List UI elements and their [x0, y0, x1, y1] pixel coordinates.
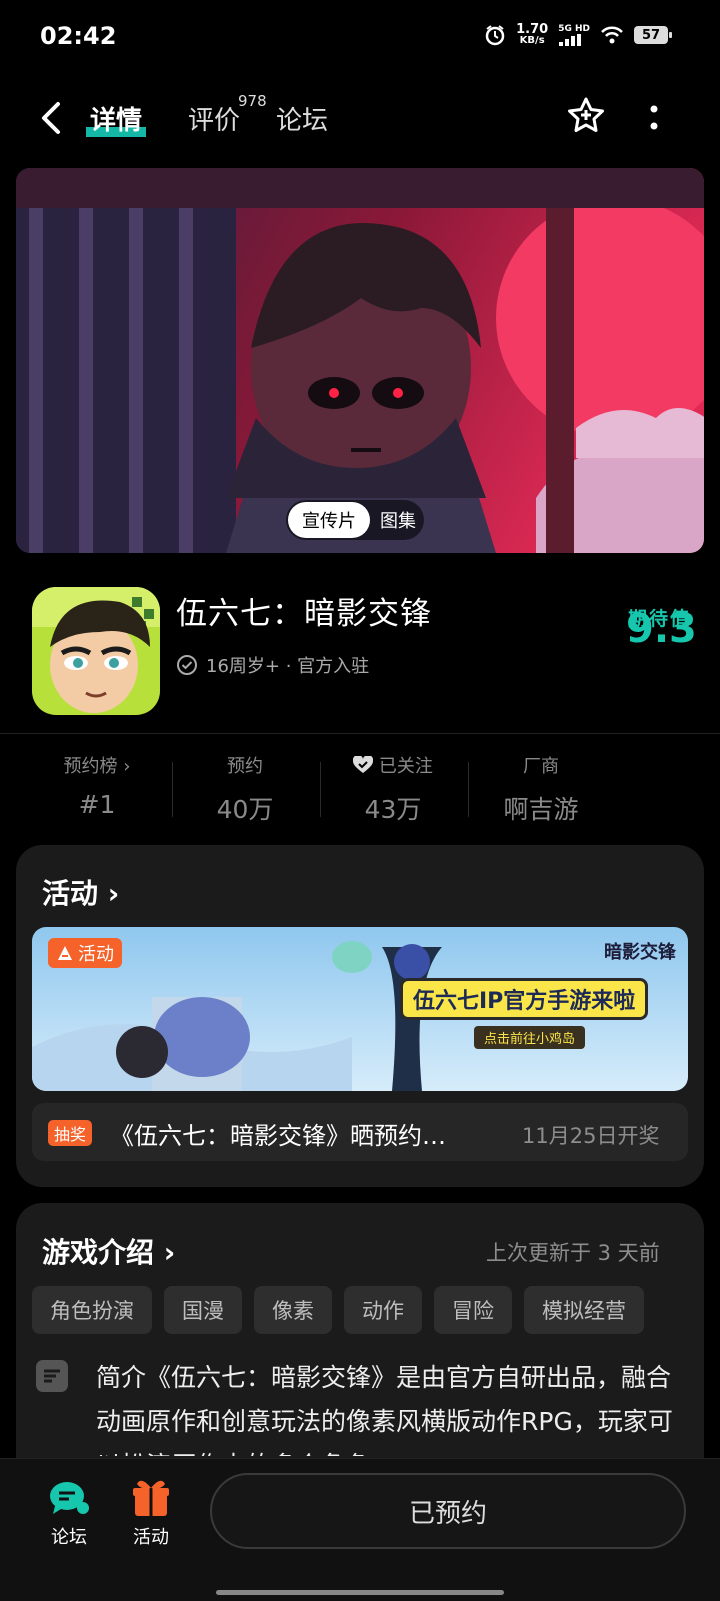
stat-followed-text: 已关注 [378, 756, 433, 777]
stat-reservations: 预约 40万 [170, 752, 320, 826]
favorite-star-icon[interactable] [566, 96, 606, 136]
alarm-icon [485, 25, 505, 46]
stat-followed-label: 已关注 [318, 752, 468, 778]
intro-title[interactable]: 游戏介绍 › [42, 1231, 175, 1271]
net-type: 5G HD [558, 24, 590, 34]
gift-icon [133, 1480, 169, 1516]
genre-tag[interactable]: 动作 [344, 1286, 422, 1334]
heart-check-icon [353, 754, 374, 773]
app-icon [32, 587, 160, 715]
activity-title[interactable]: 活动 › [42, 872, 119, 912]
stat-developer-value: 啊吉游 [503, 795, 579, 824]
net-speed: 1.70 [516, 22, 549, 37]
signal-icon [559, 34, 582, 46]
tab-forum[interactable]: 论坛 [276, 100, 328, 137]
bottom-nav-activity-label: 活动 [133, 1527, 169, 1548]
battery-indicator: 57 [634, 26, 672, 44]
divider [0, 733, 720, 734]
lottery-text: 《伍六七：暗影交锋》晒预约… [110, 1122, 446, 1150]
stat-reservations-value: 40万 [216, 795, 274, 824]
lottery-date: 11月25日开奖 [522, 1124, 660, 1148]
review-count-badge: 978 [238, 92, 267, 110]
game-description[interactable]: 简介《伍六七：暗影交锋》是由官方自研出品，融合动画原作和创意玩法的像素风横版动作… [96, 1356, 676, 1456]
bottom-nav-activity[interactable]: 活动 [116, 1478, 186, 1549]
back-arrow-icon[interactable] [38, 100, 68, 136]
reserved-button[interactable]: 已预约 [210, 1473, 686, 1549]
trailer-banner[interactable] [16, 168, 704, 553]
genre-tag[interactable]: 角色扮演 [32, 1286, 152, 1334]
tab-reviews[interactable]: 评价 [188, 100, 240, 137]
genre-tags: 角色扮演 国漫 像素 动作 冒险 模拟经营 [32, 1286, 644, 1334]
tab-details[interactable]: 详情 [86, 100, 147, 137]
app-title: 伍六七：暗影交锋 [176, 596, 432, 632]
genre-tag[interactable]: 模拟经营 [524, 1286, 644, 1334]
more-menu-icon[interactable] [650, 104, 658, 132]
lottery-tag: 抽奖 [48, 1120, 93, 1146]
media-tabs: 宣传片 图集 [286, 500, 424, 540]
app-meta-text: 16周岁+ · 官方入驻 [206, 656, 370, 677]
stat-ranking[interactable]: 预约榜 › #1 [22, 752, 172, 819]
tab-details-label: 详情 [90, 106, 143, 136]
intro-updated: 上次更新于 3 天前 [486, 1241, 660, 1265]
description-icon [36, 1360, 68, 1392]
genre-tag[interactable]: 冒险 [434, 1286, 512, 1334]
media-tab-gallery[interactable]: 图集 [380, 507, 416, 533]
promo-subtitle: 点击前往小鸡岛 [474, 1026, 586, 1049]
genre-tag[interactable]: 国漫 [164, 1286, 242, 1334]
expectation-score: 9.3 [626, 606, 697, 652]
stat-followed[interactable]: 已关注 43万 [318, 752, 468, 826]
stat-developer-label: 厂商 [523, 756, 559, 777]
verified-check-icon [177, 655, 197, 675]
chat-bubble-icon [50, 1482, 89, 1514]
app-meta: 16周岁+ · 官方入驻 [176, 652, 369, 678]
genre-tag[interactable]: 像素 [254, 1286, 332, 1334]
net-unit: KB/s [519, 35, 545, 46]
home-indicator[interactable] [216, 1590, 504, 1595]
activity-flag-icon [58, 946, 72, 960]
stat-ranking-value: #1 [78, 790, 116, 819]
stat-developer[interactable]: 厂商 啊吉游 [466, 752, 616, 826]
bottom-nav-forum[interactable]: 论坛 [34, 1478, 104, 1549]
media-tab-trailer[interactable]: 宣传片 [288, 502, 370, 538]
activity-tag: 活动 [48, 938, 122, 968]
bottom-nav-forum-label: 论坛 [51, 1527, 87, 1548]
status-icons: 1.70 KB/s 5G HD 57 [484, 22, 672, 46]
stat-ranking-label: 预约榜 › [63, 756, 131, 777]
trailer-artwork [16, 168, 704, 553]
stat-reservations-label: 预约 [227, 756, 263, 777]
activity-tag-label: 活动 [78, 944, 114, 965]
status-time: 02:42 [40, 22, 117, 50]
promo-game-logo: 暗影交锋 [604, 942, 676, 963]
promo-headline: 伍六七IP官方手游来啦 [400, 978, 649, 1020]
wifi-icon [601, 26, 623, 44]
stat-followed-value: 43万 [364, 795, 422, 824]
